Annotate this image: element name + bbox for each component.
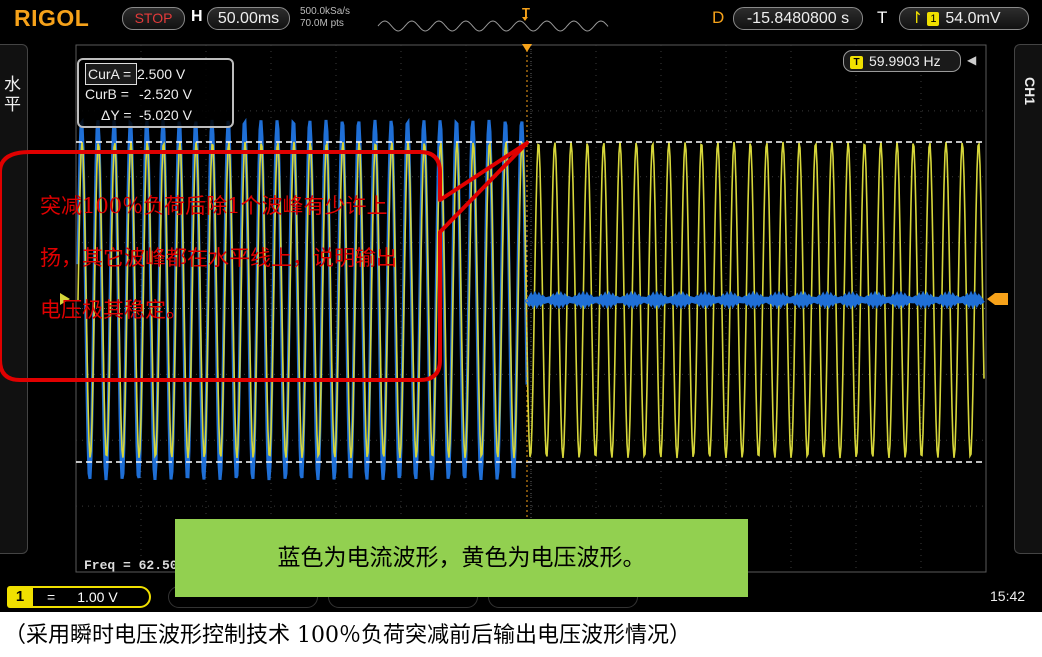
figure-caption: （采用瞬时电压波形控制技术 100％负荷突减前后输出电压波形情况）: [4, 623, 691, 648]
callout-text: 突减100％负荷后除1个波峰有少许上扬，其它波峰都在水平线上，说明输出电压极其稳…: [40, 194, 397, 322]
legend-note: 蓝色为电流波形，黄色为电压波形。: [175, 519, 748, 597]
